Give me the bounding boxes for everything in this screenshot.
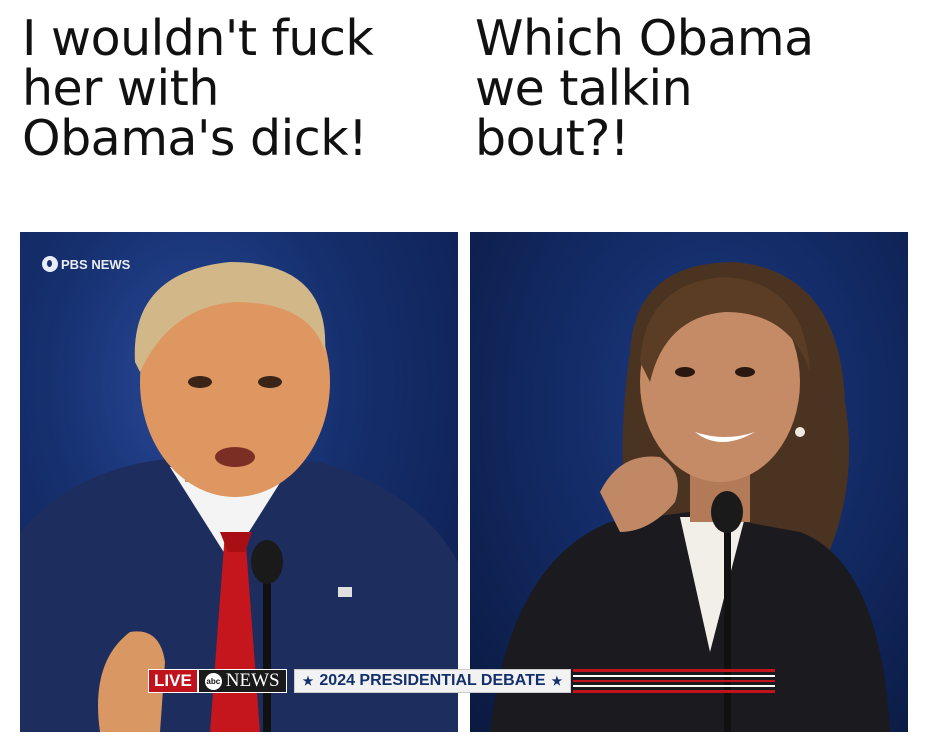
abc-news-badge: abc NEWS — [197, 669, 287, 693]
live-badge: LIVE — [148, 669, 198, 693]
debate-title: 2024 PRESIDENTIAL DEBATE — [319, 672, 546, 689]
abc-logo-icon: abc — [204, 672, 222, 690]
caption-left: I wouldn't fuck her with Obama's dick! — [22, 10, 374, 167]
news-ticker: LIVE abc NEWS ★ 2024 PRESIDENTIAL DEBATE… — [148, 669, 775, 693]
man-speaker-illustration — [20, 262, 458, 732]
star-icon: ★ — [302, 674, 314, 688]
star-icon: ★ — [551, 674, 563, 688]
woman-speaker-illustration — [490, 262, 890, 732]
panel-divider — [458, 232, 470, 732]
debate-title-bar: ★ 2024 PRESIDENTIAL DEBATE ★ — [293, 669, 572, 693]
network-label: NEWS — [225, 670, 280, 691]
flag-stripes — [571, 669, 775, 693]
caption-right: Which Obama we talkin bout?! — [475, 10, 814, 167]
right-photo-panel — [470, 232, 908, 732]
left-photo-panel: PBS NEWS — [20, 232, 458, 732]
